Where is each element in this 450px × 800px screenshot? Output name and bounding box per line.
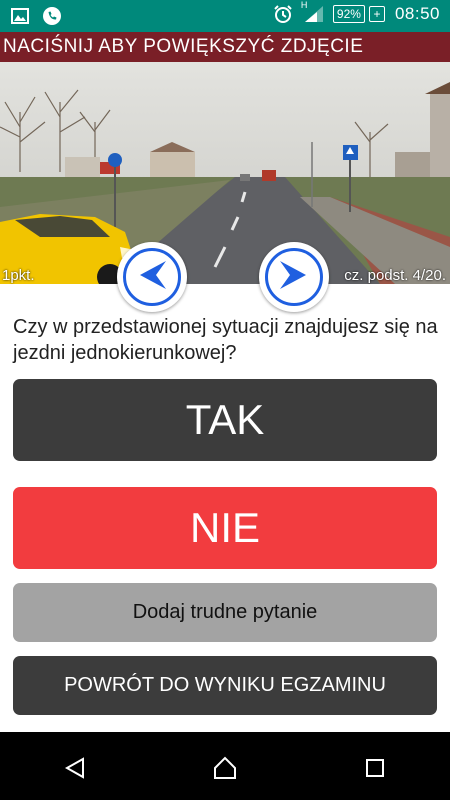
question-panel: Czy w przedstawionej sytuacji znajdujesz… [0,284,450,732]
points-label: 1pkt. [2,267,35,284]
image-icon [10,6,30,26]
question-photo[interactable]: NACIŚNIJ ABY POWIĘKSZYĆ ZDJĘCIE 1pkt. cz… [0,32,450,284]
home-icon [212,755,238,786]
arrow-left-icon [134,257,170,298]
arrow-right-icon [276,257,312,298]
question-number-label: cz. podst. 4/20. [344,267,446,284]
alarm-icon [273,4,293,24]
signal-icon: H [301,0,323,24]
add-hard-question-button[interactable]: Dodaj trudne pytanie [13,583,437,642]
back-button[interactable] [45,740,105,800]
charging-icon: + [368,6,385,22]
clock: 08:50 [394,4,440,23]
zoom-photo-banner[interactable]: NACIŚNIJ ABY POWIĘKSZYĆ ZDJĘCIE [0,32,450,62]
back-to-exam-result-button[interactable]: POWRÓT DO WYNIKU EGZAMINU [13,656,437,715]
answer-no-button[interactable]: NIE [13,487,437,569]
answer-yes-button[interactable]: TAK [13,379,437,461]
back-icon [63,756,87,785]
battery-level: 92% [332,5,365,23]
phone-icon [42,6,62,26]
road-scene [0,32,450,284]
status-bar: H 92% + 08:50 [0,0,450,32]
network-type: H [300,0,308,10]
question-text: Czy w przedstawionej sytuacji znajdujesz… [13,316,438,364]
recents-icon [364,757,386,784]
system-navigation-bar [0,740,450,800]
battery-icon: 92% + [332,5,385,23]
home-button[interactable] [195,740,255,800]
next-question-button[interactable] [259,242,329,312]
recents-button[interactable] [345,740,405,800]
previous-question-button[interactable] [117,242,187,312]
